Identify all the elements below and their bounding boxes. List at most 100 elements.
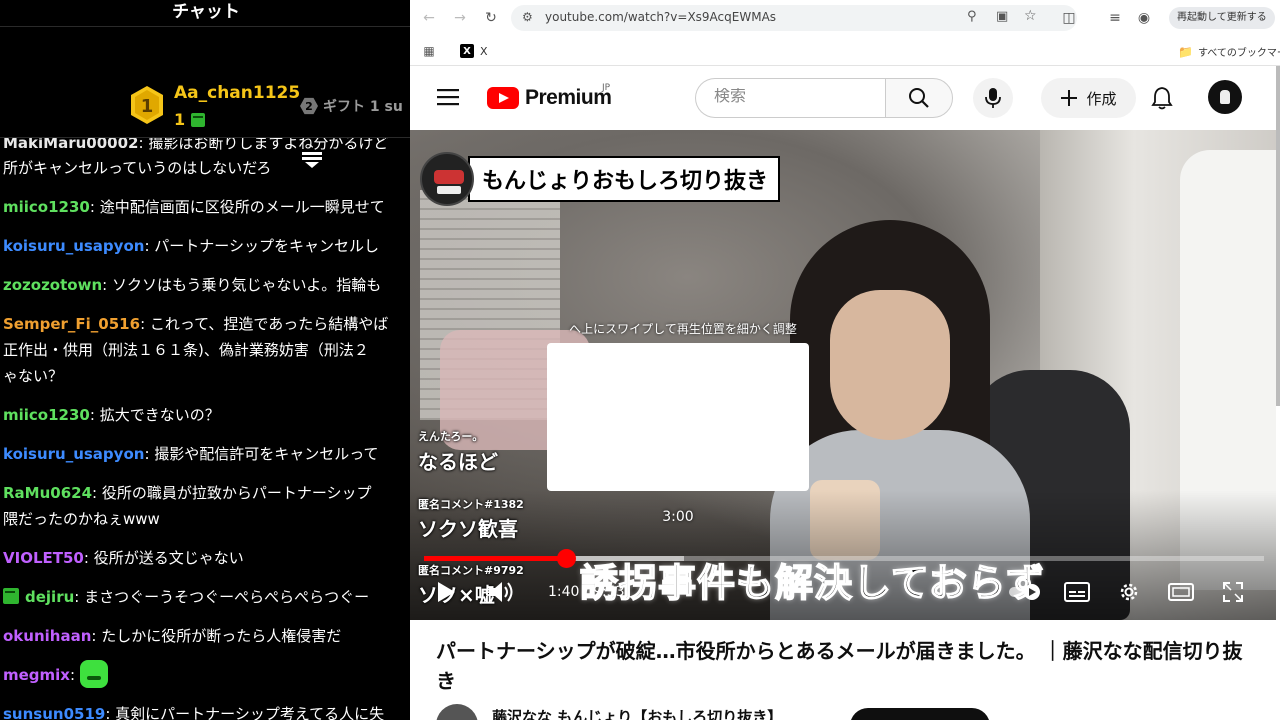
chat-username[interactable]: zozozotown bbox=[3, 276, 102, 294]
zoom-icon[interactable]: ⚲ bbox=[967, 9, 977, 24]
chat-username[interactable]: RaMu0624 bbox=[3, 484, 92, 502]
volume-icon bbox=[489, 582, 513, 602]
top-gifter-count-row: 1 bbox=[174, 110, 206, 129]
extensions-icon[interactable]: ◫ bbox=[1060, 9, 1078, 27]
play-button[interactable] bbox=[432, 578, 460, 606]
fullscreen-icon bbox=[1223, 582, 1243, 602]
chat-text: 撮影はお断りしますよね分かるけど bbox=[148, 138, 389, 152]
progress-played bbox=[424, 556, 566, 561]
theater-mode-button[interactable] bbox=[1166, 578, 1196, 606]
duration: 9:53 bbox=[593, 584, 625, 600]
chat-text: たしかに役所が断ったら人権侵害だ bbox=[101, 627, 342, 645]
create-button[interactable]: 作成 bbox=[1041, 78, 1136, 118]
chat-username[interactable]: dejiru bbox=[25, 588, 74, 606]
chat-username[interactable]: sunsun0519 bbox=[3, 705, 105, 720]
region-code: JP bbox=[602, 83, 611, 93]
chat-message: dejiru: まさつぐーうそつぐーぺらぺらぺらつぐー bbox=[3, 584, 407, 610]
bookmark-x[interactable]: X X bbox=[460, 44, 488, 58]
chat-text: パートナーシップをキャンセルし bbox=[154, 237, 379, 255]
chat-message: Semper_Fi_0516: これって、捏造であったら結構やば bbox=[3, 315, 389, 333]
folder-icon: 📁 bbox=[1178, 44, 1193, 59]
autoplay-toggle-icon bbox=[1009, 584, 1040, 600]
search-button[interactable] bbox=[885, 78, 953, 118]
notifications-button[interactable] bbox=[1148, 80, 1176, 116]
fullscreen-button[interactable] bbox=[1218, 578, 1248, 606]
theater-mode-icon bbox=[1168, 583, 1194, 601]
seek-hint: へ上にスワイプして再生位置を細かく調整 bbox=[569, 322, 797, 336]
gift-label: ギフト 1 su bbox=[323, 99, 403, 115]
chat-message-list[interactable]: MakiMaru00002: 撮影はお断りしますよね分かるけど 所がキャンセルっ… bbox=[0, 138, 410, 720]
mute-button[interactable] bbox=[486, 578, 516, 606]
voice-search-button[interactable] bbox=[973, 78, 1013, 118]
channel-banner-overlay: もんじょりおもしろ切り抜き bbox=[420, 152, 781, 206]
progress-scrubber-handle[interactable] bbox=[556, 549, 576, 568]
cast-icon[interactable]: ▣ bbox=[996, 9, 1008, 24]
chat-text: ソクソはもう乗り気じゃないよ。指輪も bbox=[111, 276, 382, 294]
menu-icon[interactable] bbox=[437, 88, 459, 106]
chat-username[interactable]: koisuru_usapyon bbox=[3, 237, 144, 255]
chat-username[interactable]: VIOLET50 bbox=[3, 549, 84, 567]
page-scrollbar[interactable] bbox=[1276, 66, 1280, 406]
overlay-comment-text: ソクソ歓喜 bbox=[418, 517, 518, 541]
video-title: パートナーシップが破綻…市役所からとあるメールが届きました。 ｜藤沢なな配信切り… bbox=[436, 639, 1243, 693]
overlay-comment-text: なるほど bbox=[418, 450, 498, 474]
progress-bar[interactable] bbox=[424, 549, 1264, 568]
subtitles-button[interactable] bbox=[1062, 578, 1092, 606]
chat-username[interactable]: MakiMaru00002 bbox=[3, 138, 138, 152]
site-info-icon[interactable]: ⚙ bbox=[522, 10, 533, 24]
gift-ranking-2: 2 ギフト 1 su bbox=[300, 96, 403, 116]
member-badge-icon bbox=[3, 588, 19, 604]
subtitles-icon bbox=[1064, 582, 1090, 602]
overlay-comment-author: えんたろー。 bbox=[418, 430, 484, 443]
all-bookmarks-label: すべてのブックマーク bbox=[1197, 48, 1280, 59]
rank-1-badge-icon: 1 bbox=[131, 86, 163, 124]
settings-button[interactable] bbox=[1114, 578, 1144, 606]
youtube-premium-logo[interactable]: Premium bbox=[487, 86, 612, 110]
search-input[interactable] bbox=[714, 88, 874, 106]
reload-icon[interactable]: ↻ bbox=[482, 9, 500, 27]
chat-username[interactable]: miico1230 bbox=[3, 406, 90, 424]
video-person-face bbox=[830, 290, 950, 440]
channel-name[interactable]: 藤沢なな もんじょり【おもしろ切り抜き】 bbox=[492, 706, 782, 720]
top-gifter-count: 1 bbox=[174, 110, 186, 129]
seek-preview-thumbnail bbox=[547, 343, 809, 491]
chat-username[interactable]: okunihaan bbox=[3, 627, 91, 645]
chat-username[interactable]: megmix bbox=[3, 666, 70, 684]
autoplay-toggle[interactable] bbox=[1006, 578, 1046, 606]
chat-message-continuation: 隈だったのかねぇwww bbox=[3, 506, 407, 532]
profile-icon[interactable]: ◉ bbox=[1135, 9, 1153, 27]
seek-preview-time: 3:00 bbox=[662, 509, 694, 525]
chat-message: MakiMaru00002: 撮影はお断りしますよね分かるけど bbox=[3, 138, 407, 156]
overlay-comment-author: 匿名コメント#1382 bbox=[418, 498, 524, 511]
bookmark-star-icon[interactable]: ☆ bbox=[1024, 8, 1037, 24]
browser-toolbar: ← → ↻ ⚙ youtube.com/watch?v=Xs9AcqEWMAs … bbox=[410, 0, 1280, 36]
reading-list-icon[interactable]: ≡ bbox=[1106, 9, 1124, 27]
chat-text: 役所の職員が拉致からパートナーシップ bbox=[101, 484, 372, 502]
forward-icon[interactable]: → bbox=[451, 9, 469, 27]
address-bar[interactable]: ⚙ youtube.com/watch?v=Xs9AcqEWMAs ⚲ ▣ ☆ bbox=[511, 5, 1077, 31]
rank-2-badge-icon: 2 bbox=[300, 97, 318, 115]
top-gifter-name[interactable]: Aa_chan1125 bbox=[174, 83, 300, 103]
back-icon[interactable]: ← bbox=[420, 9, 438, 27]
bell-icon bbox=[1151, 87, 1173, 110]
time-display: 1:40 / 9:53 bbox=[548, 584, 625, 600]
account-avatar[interactable] bbox=[1208, 80, 1242, 114]
create-label: 作成 bbox=[1086, 89, 1117, 108]
mask-mascot-icon bbox=[420, 152, 474, 206]
address-url: youtube.com/watch?v=Xs9AcqEWMAs bbox=[545, 10, 777, 24]
bookmarks-bar: ▦ X X 📁 すべてのブックマーク bbox=[410, 36, 1280, 66]
chat-username[interactable]: Semper_Fi_0516 bbox=[3, 315, 140, 333]
restart-update-button[interactable]: 再起動して更新する bbox=[1169, 7, 1275, 29]
channel-avatar[interactable] bbox=[436, 704, 478, 720]
video-player[interactable]: もんじょりおもしろ切り抜き へ上にスワイプして再生位置を細かく調整 3:00 え… bbox=[410, 130, 1276, 620]
channel-banner-text: もんじょりおもしろ切り抜き bbox=[468, 156, 781, 202]
subscribe-button[interactable] bbox=[850, 708, 990, 720]
chat-text: ゃない？ bbox=[3, 367, 64, 385]
all-bookmarks[interactable]: 📁 すべてのブックマーク bbox=[1178, 44, 1280, 60]
chat-username[interactable]: miico1230 bbox=[3, 198, 90, 216]
plus-icon bbox=[1061, 90, 1078, 106]
chat-message: okunihaan: たしかに役所が断ったら人権侵害だ bbox=[3, 627, 342, 645]
chat-username[interactable]: koisuru_usapyon bbox=[3, 445, 144, 463]
player-controls: 1:40 / 9:53 bbox=[410, 570, 1276, 616]
apps-grid-icon[interactable]: ▦ bbox=[420, 42, 438, 60]
